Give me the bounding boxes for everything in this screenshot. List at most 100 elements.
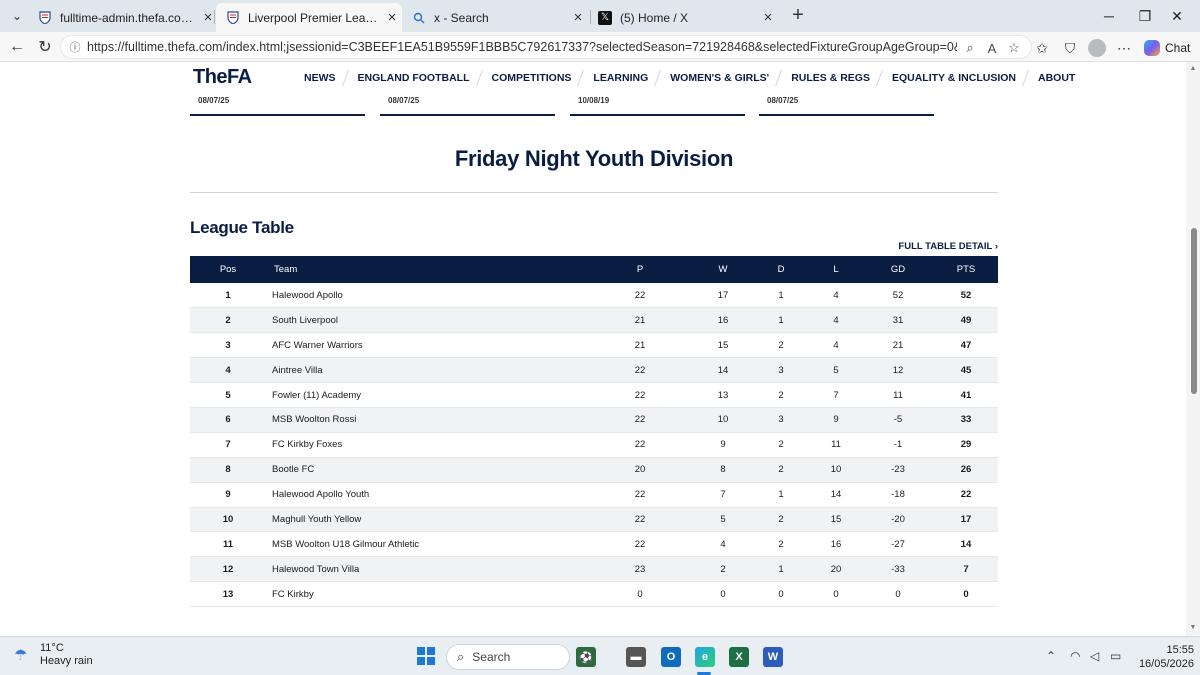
news-card[interactable]: 10/08/19 <box>570 94 745 116</box>
nav-equality-inclusion[interactable]: EQUALITY & INCLUSION <box>881 72 1027 84</box>
weather-widget[interactable]: ☂ 11°C Heavy rain <box>14 642 93 668</box>
table-row: 10 Maghull Youth Yellow 22 5 2 15 -20 17 <box>190 507 998 533</box>
refresh-icon[interactable]: ↻ <box>34 36 56 58</box>
cell-position: 7 <box>190 432 266 458</box>
division-title: Friday Night Youth Division <box>454 146 734 171</box>
news-card[interactable]: 08/07/25 <box>759 94 934 116</box>
browser-tab[interactable]: x - Search × <box>402 3 588 32</box>
file-explorer-icon[interactable]: ▬ <box>626 647 646 667</box>
page-scrollbar[interactable]: ▲ ▼ <box>1186 62 1200 636</box>
close-tab-icon[interactable]: × <box>198 9 218 26</box>
cell-team-name[interactable]: Halewood Town Villa <box>266 556 586 583</box>
close-window-button[interactable]: ✕ <box>1154 0 1200 32</box>
cell-position: 5 <box>190 382 266 408</box>
edge-browser-icon[interactable]: e <box>695 647 715 667</box>
outlook-icon[interactable]: O <box>661 647 681 667</box>
close-tab-icon[interactable]: × <box>758 9 778 26</box>
news-card[interactable]: 08/07/25 <box>380 94 555 116</box>
cell-points: 47 <box>934 332 998 359</box>
browser-tab-active[interactable]: Liverpool Premier League × <box>216 3 402 32</box>
scroll-down-arrow-icon[interactable]: ▼ <box>1189 624 1197 631</box>
cell-drawn: 1 <box>752 283 810 309</box>
close-tab-icon[interactable]: × <box>568 9 588 26</box>
new-tab-button[interactable]: + <box>786 4 810 28</box>
nav-rules-regs[interactable]: RULES & REGS <box>780 72 881 84</box>
cell-won: 17 <box>694 283 752 309</box>
cell-lost: 11 <box>810 432 862 458</box>
volume-icon[interactable]: ◁ <box>1090 649 1099 663</box>
favorites-icon[interactable]: ✩ <box>1032 38 1052 58</box>
nav-womens-girls[interactable]: WOMEN'S & GIRLS' <box>659 72 780 84</box>
cell-team-name[interactable]: Halewood Apollo Youth <box>266 482 586 508</box>
battery-icon[interactable]: ▭ <box>1110 649 1121 663</box>
more-menu-icon[interactable]: ⋯ <box>1114 38 1134 58</box>
cell-goal-difference: 52 <box>862 283 934 309</box>
wifi-icon[interactable]: ◠ <box>1070 649 1080 663</box>
show-hidden-icons-chevron-icon[interactable]: ⌃ <box>1046 649 1056 663</box>
cell-team-name[interactable]: Aintree Villa <box>266 357 586 384</box>
browser-tab[interactable]: fulltime-admin.thefa.com/gen/Cha × <box>28 3 218 32</box>
cell-drawn: 1 <box>752 482 810 508</box>
nav-competitions[interactable]: COMPETITIONS <box>481 72 583 84</box>
cell-won: 7 <box>694 482 752 508</box>
news-card-date: 08/07/25 <box>388 96 420 105</box>
table-row: 11 MSB Woolton U18 Gilmour Athletic 22 4 2 16… <box>190 531 998 558</box>
shield-icon[interactable]: ⛉ <box>1060 38 1080 58</box>
scroll-up-arrow-icon[interactable]: ▲ <box>1189 65 1197 72</box>
cell-team-name[interactable]: FC Kirkby <box>266 581 586 608</box>
tab-actions-menu-button[interactable]: ⌄ <box>6 6 28 26</box>
cell-team-name[interactable]: AFC Warner Warriors <box>266 332 586 359</box>
copilot-chat-button[interactable]: Chat <box>1144 38 1190 58</box>
cell-team-name[interactable]: Fowler (11) Academy <box>266 382 586 408</box>
back-arrow-icon[interactable]: ← <box>6 36 28 58</box>
system-clock[interactable]: 15:55 16/05/2026 <box>1130 643 1194 671</box>
site-info-icon[interactable]: ⓘ <box>67 39 83 55</box>
cell-drawn: 2 <box>752 457 810 483</box>
taskbar-search-box[interactable]: ⌕ Search <box>446 644 570 670</box>
league-table-heading: League Table <box>190 218 294 237</box>
news-card-date: 08/07/25 <box>198 96 230 105</box>
url-text[interactable]: https://fulltime.thefa.com/index.html;js… <box>87 40 957 54</box>
full-table-detail-link[interactable]: FULL TABLE DETAIL › <box>898 241 998 252</box>
cell-lost: 4 <box>810 283 862 309</box>
cell-team-name[interactable]: Maghull Youth Yellow <box>266 507 586 533</box>
tab-title: Liverpool Premier League <box>248 10 382 25</box>
word-icon[interactable]: W <box>763 647 783 667</box>
fa-logo[interactable]: TheFA <box>193 66 252 89</box>
favorite-star-icon[interactable]: ☆ <box>1005 39 1023 57</box>
cell-position: 6 <box>190 407 266 433</box>
cell-team-name[interactable]: MSB Woolton U18 Gilmour Athletic <box>266 531 586 558</box>
cell-drawn: 2 <box>752 332 810 359</box>
football-app-icon[interactable]: ⚽ <box>576 647 596 667</box>
excel-icon[interactable]: X <box>729 647 749 667</box>
league-table-body: 1 Halewood Apollo 22 17 1 4 52 52 2 South Liverpo… <box>190 283 998 608</box>
clock-date: 16/05/2026 <box>1138 658 1194 670</box>
cell-team-name[interactable]: FC Kirkby Foxes <box>266 432 586 458</box>
nav-england-football[interactable]: ENGLAND FOOTBALL <box>347 72 481 84</box>
cell-team-name[interactable]: Halewood Apollo <box>266 283 586 309</box>
nav-learning[interactable]: LEARNING <box>582 72 659 84</box>
browser-toolbar: ← ↻ ⓘ https://fulltime.thefa.com/index.h… <box>0 32 1200 62</box>
cell-won: 0 <box>694 581 752 608</box>
zoom-icon[interactable]: ⌕ <box>961 39 979 57</box>
address-bar[interactable]: ⓘ https://fulltime.thefa.com/index.html;… <box>60 35 1032 59</box>
cell-team-name[interactable]: Bootle FC <box>266 457 586 483</box>
cell-lost: 4 <box>810 332 862 359</box>
nav-news[interactable]: NEWS <box>304 72 347 84</box>
browser-tab[interactable]: 𝕏 (5) Home / X × <box>588 3 778 32</box>
read-aloud-icon[interactable]: A <box>983 39 1001 57</box>
close-tab-icon[interactable]: × <box>382 9 402 26</box>
weather-description: Heavy rain <box>40 655 93 667</box>
table-row: 6 MSB Woolton Rossi 22 10 3 9 -5 33 <box>190 407 998 433</box>
nav-about[interactable]: ABOUT <box>1027 72 1086 84</box>
cell-goal-difference: -18 <box>862 482 934 508</box>
page-viewport: TheFA NEWS ENGLAND FOOTBALL COMPETITIONS… <box>0 62 1200 636</box>
cell-team-name[interactable]: South Liverpool <box>266 307 586 334</box>
windows-start-icon[interactable] <box>417 647 435 665</box>
scrollbar-thumb[interactable] <box>1191 228 1197 394</box>
cell-played: 22 <box>586 407 694 433</box>
profile-avatar-icon[interactable] <box>1087 38 1107 58</box>
news-card[interactable]: 08/07/25 <box>190 94 365 116</box>
clock-time: 15:55 <box>1166 644 1194 656</box>
cell-team-name[interactable]: MSB Woolton Rossi <box>266 407 586 433</box>
